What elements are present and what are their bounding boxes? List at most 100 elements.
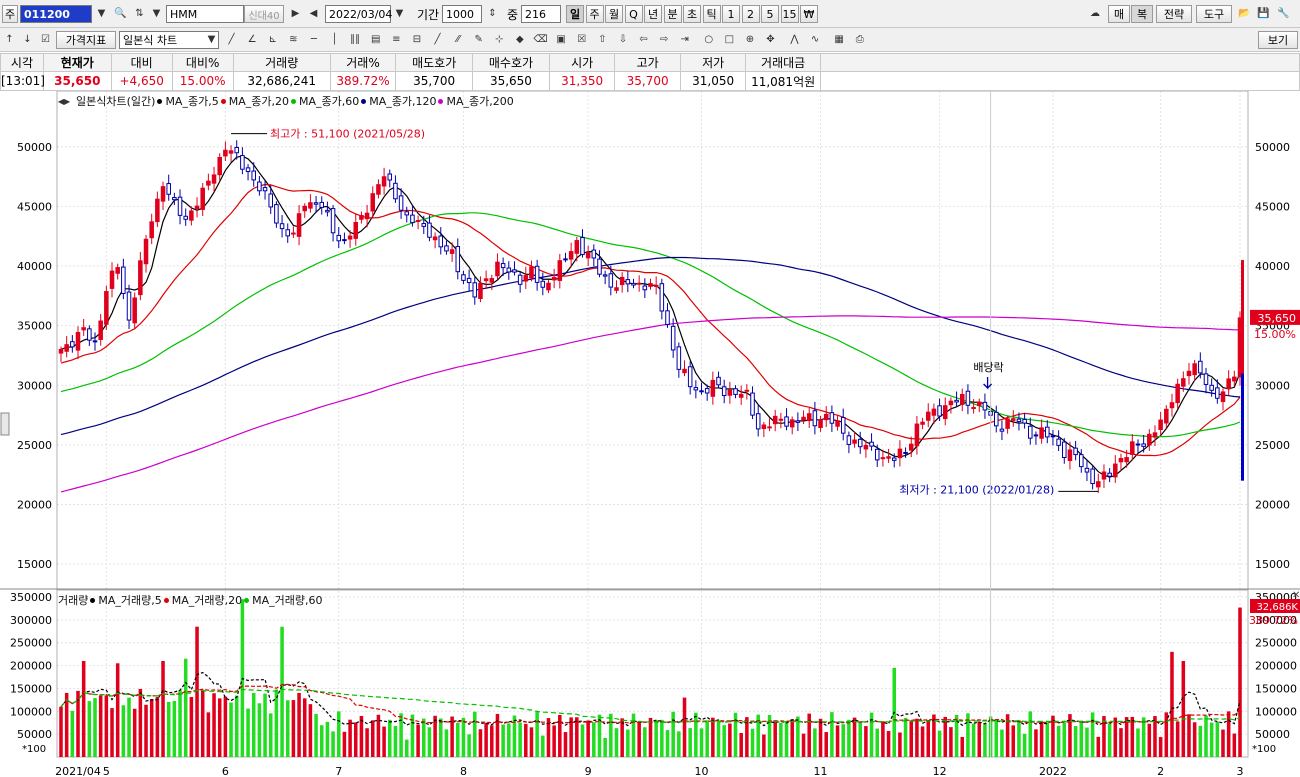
chevron-down-icon[interactable]: ▼ xyxy=(391,5,408,22)
timeframe-button[interactable]: 15 xyxy=(780,5,799,23)
drawing-tool-icon[interactable]: ∥∥ xyxy=(347,31,364,48)
price-indicator-button[interactable]: 가격지표 xyxy=(56,31,116,49)
drawing-tool-icon[interactable]: ▤ xyxy=(367,31,384,48)
drawing-tool-icon[interactable]: ⊟ xyxy=(408,31,425,48)
timeframe-button[interactable]: 초 xyxy=(683,5,701,23)
play-icon[interactable]: ▶ xyxy=(287,5,304,22)
buy-button[interactable]: 매 xyxy=(1108,5,1130,23)
candle-body xyxy=(750,392,755,416)
chevron-down-icon[interactable]: ▼ xyxy=(203,31,220,48)
candle-body xyxy=(404,211,410,216)
drawing-tool-icon[interactable]: ∿ xyxy=(807,31,824,48)
drawing-tool-icon[interactable]: ⇥ xyxy=(676,31,693,48)
drawing-tool-icon[interactable]: │ xyxy=(326,31,343,48)
drawing-tool-icon[interactable]: ∠ xyxy=(244,31,261,48)
timeframe-button[interactable]: 일 xyxy=(566,5,584,23)
collapse-icon[interactable]: ◀▶ xyxy=(58,95,70,107)
candle-body xyxy=(149,221,154,239)
chevron-down-icon[interactable]: ▼ xyxy=(93,5,110,22)
drawing-tool-icon[interactable]: ≡ xyxy=(388,31,405,48)
wrench-icon[interactable]: 🔧 xyxy=(1275,5,1292,22)
new-badge: 신대40 xyxy=(244,5,284,23)
drawing-tool-icon[interactable]: ▦ xyxy=(831,31,848,48)
candle-body xyxy=(540,280,546,288)
restore-button[interactable]: 복 xyxy=(1131,5,1153,23)
date-field[interactable]: 2022/03/04 xyxy=(325,5,392,23)
stock-code-input[interactable]: 011200 xyxy=(20,5,92,23)
drawing-tool-icon[interactable]: ╱ xyxy=(223,31,240,48)
timeframe-button[interactable]: 5 xyxy=(761,5,779,23)
chevron-down-icon[interactable]: ▼ xyxy=(148,5,165,22)
stepper-icon[interactable]: ⇕ xyxy=(484,5,501,22)
candle-body xyxy=(1192,363,1197,376)
drawing-tool-icon[interactable]: ○ xyxy=(700,31,717,48)
timeframe-button[interactable]: 1 xyxy=(722,5,740,23)
timeframe-button[interactable]: 주 xyxy=(585,5,604,23)
strategy-button[interactable]: 전략 xyxy=(1156,5,1192,23)
volume-bar xyxy=(1034,729,1038,757)
search-icon[interactable]: 🔍 xyxy=(112,5,129,22)
candle-body xyxy=(455,246,461,273)
drawing-tool-icon[interactable]: ⇧ xyxy=(594,31,611,48)
scroll-up-icon[interactable]: ↑ xyxy=(1,31,18,48)
drawing-tool-icon[interactable]: ⌫ xyxy=(532,31,549,48)
drawing-tool-icon[interactable]: ◆ xyxy=(511,31,528,48)
volume-bar xyxy=(915,718,919,757)
drawing-tool-icon[interactable]: ⇦ xyxy=(635,31,652,48)
drawing-tool-icon[interactable]: ╱ xyxy=(429,31,446,48)
settings-icon[interactable]: ☑ xyxy=(37,31,54,48)
drawing-tool-icon[interactable]: ─ xyxy=(305,31,322,48)
period-input[interactable]: 1000 xyxy=(442,5,482,23)
quote-value-cell: 31,350 xyxy=(548,71,616,91)
drawing-tool-icon[interactable]: ✎ xyxy=(470,31,487,48)
drawing-tool-icon[interactable]: ☒ xyxy=(573,31,590,48)
volume-bar xyxy=(886,730,891,757)
quote-header-cell: 거래량 xyxy=(232,53,331,72)
candle-body xyxy=(359,215,364,220)
timeframe-button[interactable]: 년 xyxy=(644,5,662,23)
drawing-tool-icon[interactable]: ⁄⁄ xyxy=(450,31,467,48)
drawing-tool-icon[interactable]: ✥ xyxy=(762,31,779,48)
folder-open-icon[interactable]: 📂 xyxy=(1236,5,1253,22)
timeframe-button[interactable]: 틱 xyxy=(702,5,721,23)
volume-bar xyxy=(319,725,324,757)
drawing-tool-icon[interactable]: □ xyxy=(721,31,738,48)
drawing-tool-icon[interactable]: ≋ xyxy=(285,31,302,48)
drawing-tool-icon[interactable]: ⋀ xyxy=(786,31,803,48)
volume-bar xyxy=(217,698,222,757)
drawing-tool-icon[interactable]: ⊾ xyxy=(264,31,281,48)
expand-side-handle[interactable] xyxy=(0,412,10,436)
volume-bar xyxy=(592,722,596,757)
arrow-down-icon[interactable]: ↓ xyxy=(19,31,36,48)
tools-button[interactable]: 도구 xyxy=(1196,5,1232,23)
candle-body xyxy=(693,387,699,391)
candle-body xyxy=(415,219,421,222)
timeframe-button[interactable]: 분 xyxy=(663,5,682,23)
drawing-tool-icon[interactable]: ▣ xyxy=(553,31,570,48)
volume-bar xyxy=(858,722,862,757)
stock-name-field[interactable]: HMM xyxy=(166,5,244,23)
timeframe-button[interactable]: Q xyxy=(624,5,643,23)
step-back-icon[interactable]: ◀ xyxy=(305,5,322,22)
drawing-tool-icon[interactable]: ⊹ xyxy=(491,31,508,48)
count-input[interactable]: 216 xyxy=(521,5,561,23)
timeframe-button[interactable]: ₩ xyxy=(800,5,818,23)
drawing-tool-icon[interactable]: ⇨ xyxy=(656,31,673,48)
volume-bar xyxy=(422,718,426,757)
candle-body xyxy=(189,210,194,221)
cloud-icon[interactable]: ☁ xyxy=(1084,5,1106,22)
drawing-tool-icon[interactable]: ⇩ xyxy=(614,31,631,48)
save-icon[interactable]: 💾 xyxy=(1255,5,1272,22)
x-axis-label: 3 xyxy=(1237,765,1244,777)
view-button[interactable]: 보기 xyxy=(1258,31,1298,49)
timeframe-button[interactable]: 2 xyxy=(741,5,760,23)
stock-chart[interactable]: 15000 15000 20000 20000 25000 25000 30000 30000… xyxy=(0,91,1300,777)
close-panel-icon[interactable]: ✕ xyxy=(1292,590,1300,601)
timeframe-button[interactable]: 월 xyxy=(605,5,623,23)
price-tick-label-left: 40000 xyxy=(17,260,52,273)
drawing-tool-icon[interactable]: ⊕ xyxy=(741,31,758,48)
volume-bar xyxy=(342,731,347,757)
sort-icon[interactable]: ⇅ xyxy=(131,5,148,22)
drawing-tool-icon[interactable]: ⎙ xyxy=(851,31,868,48)
stock-mode-button[interactable]: 주 xyxy=(2,5,18,23)
